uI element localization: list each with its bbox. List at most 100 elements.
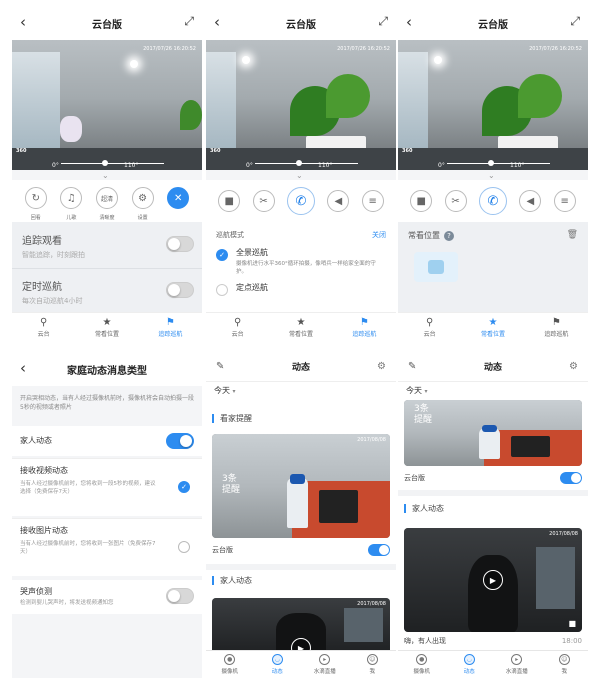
watch-card[interactable]: 2017/08/08 3条 提醒 bbox=[212, 434, 390, 538]
favorite-position-thumb[interactable] bbox=[414, 252, 458, 282]
edit-icon[interactable]: ✎ bbox=[408, 361, 416, 372]
close-button[interactable]: ✕ bbox=[167, 187, 190, 209]
tab-tracking[interactable]: ⚑ 追踪巡航 bbox=[139, 313, 202, 342]
cruise-option-fixed[interactable]: 定点巡航 bbox=[206, 279, 396, 299]
tab-camera[interactable]: ● 摄像机 bbox=[398, 651, 446, 678]
family-card[interactable]: 2017/08/08 ▶ bbox=[212, 598, 390, 654]
device-row: 云台版 bbox=[404, 472, 582, 484]
photo-option[interactable]: 接收图片动态 当有人经过摄像机前时，您将收到一张图片（免费保存7天） bbox=[12, 518, 202, 576]
tab-tracking[interactable]: ⚑ 追踪巡航 bbox=[333, 313, 396, 342]
tab-favorites[interactable]: ★ 常看位置 bbox=[75, 313, 138, 342]
pan-angle-scale[interactable] bbox=[61, 160, 164, 166]
back-icon[interactable]: ‹ bbox=[20, 359, 26, 377]
back-icon[interactable]: ‹ bbox=[214, 13, 220, 31]
device-toggle[interactable] bbox=[560, 472, 582, 484]
tab-me[interactable]: ☺ 我 bbox=[541, 651, 589, 678]
back-icon[interactable]: ‹ bbox=[406, 13, 412, 31]
ptz-screen-cruise: ‹ 云台版 ⤢ 2017/07/26 16:20:52 360 0° 110° … bbox=[206, 6, 396, 342]
tab-live[interactable]: ▸ 水滴直播 bbox=[301, 651, 349, 678]
scissors-icon[interactable]: ✂ bbox=[252, 190, 275, 212]
help-icon[interactable]: ? bbox=[444, 231, 454, 241]
camera-video[interactable]: 2017/07/26 16:20:52 360 0° 110° bbox=[206, 40, 396, 170]
video-record-icon[interactable]: ■ bbox=[410, 190, 433, 212]
event-row: 嗨，有人出现 18:00 bbox=[404, 636, 582, 646]
page-title: 动态 bbox=[483, 363, 502, 373]
star-icon: ★ bbox=[102, 317, 112, 328]
favorites-panel: 常看位置? 🗑 bbox=[398, 222, 588, 314]
edit-icon[interactable]: ✎ bbox=[216, 361, 224, 372]
play-icon[interactable]: ▶ bbox=[483, 570, 503, 590]
camera-logo: 360 bbox=[210, 148, 221, 154]
trash-icon[interactable]: 🗑 bbox=[567, 230, 578, 241]
fullscreen-icon[interactable]: ⤢ bbox=[378, 14, 388, 29]
cry-toggle[interactable] bbox=[166, 588, 194, 604]
rotate-icon[interactable]: ↻ bbox=[24, 187, 47, 209]
speaker-icon[interactable]: ◀ bbox=[327, 190, 350, 212]
back-icon[interactable]: ‹ bbox=[20, 13, 26, 31]
video-record-icon[interactable]: ■ bbox=[218, 190, 241, 212]
device-toggle[interactable] bbox=[368, 544, 390, 556]
timed-toggle[interactable] bbox=[166, 282, 194, 298]
tab-favorites[interactable]: ★ 常看位置 bbox=[269, 313, 332, 342]
family-card[interactable]: 2017/08/08 ▶ ■ bbox=[404, 528, 582, 632]
video-option[interactable]: 接收视频动态 当有人经过摄像机前时，您将收到一段5秒的视频，建议选择（免费保存7… bbox=[12, 458, 202, 516]
fullscreen-icon[interactable]: ⤢ bbox=[570, 14, 580, 29]
track-toggle[interactable] bbox=[166, 236, 194, 252]
settings-intro: 开启哭相动态，当有人经过摄像机前时，摄像机将会自动拍摄一段5秒的视频或者照片 bbox=[12, 386, 202, 420]
phone-icon[interactable]: ✆ bbox=[286, 187, 315, 215]
gear-icon[interactable]: ⚙ bbox=[131, 187, 154, 209]
control-bar: ↻ ♫ 超清 ⚙ ✕ bbox=[12, 180, 202, 216]
cruise-close-link[interactable]: 关闭 bbox=[372, 230, 386, 240]
tab-camera[interactable]: ● 摄像机 bbox=[206, 651, 254, 678]
radio-icon[interactable] bbox=[178, 541, 190, 553]
section-watch: 看家提醒 bbox=[212, 414, 252, 423]
pan-angle-scale[interactable] bbox=[255, 160, 358, 166]
tab-feed[interactable]: ◡ 动态 bbox=[446, 651, 494, 678]
card-timestamp: 2017/08/08 bbox=[357, 437, 386, 443]
camera-video[interactable]: 2017/07/26 16:20:52 360 0° 110° bbox=[12, 40, 202, 170]
tab-favorites[interactable]: ★ 常看位置 bbox=[461, 313, 524, 342]
track-subtitle: 智能追踪，时刻跟拍 bbox=[22, 251, 85, 259]
angle-end: 110° bbox=[124, 162, 139, 169]
fullscreen-icon[interactable]: ⤢ bbox=[184, 14, 194, 29]
chevron-down-icon[interactable]: ⌄ bbox=[296, 171, 303, 180]
pan-angle-scale[interactable] bbox=[447, 160, 550, 166]
tab-ptz[interactable]: ⚲ 云台 bbox=[206, 313, 269, 342]
camera-video[interactable]: 2017/07/26 16:20:52 360 0° 110° bbox=[398, 40, 588, 170]
hd-icon[interactable]: 超清 bbox=[95, 187, 118, 209]
tab-ptz[interactable]: ⚲ 云台 bbox=[12, 313, 75, 342]
menu-icon[interactable]: ≡ bbox=[553, 190, 576, 212]
cruise-option-panorama[interactable]: ✓ 全景巡航 摄像机进行水平360°循环拍摄，像哨兵一样给家全面的守护。 bbox=[206, 244, 396, 279]
date-filter[interactable]: 今天 ▾ bbox=[406, 385, 428, 396]
gear-icon[interactable]: ⚙ bbox=[377, 361, 386, 372]
header: ‹ 云台版 ⤢ bbox=[12, 6, 202, 40]
device-name: 云台版 bbox=[212, 546, 233, 554]
cry-desc: 检测到婴儿哭声时，将发送视频通知您 bbox=[20, 600, 114, 606]
page-title: 云台版 bbox=[286, 19, 316, 31]
date-filter[interactable]: 今天 ▾ bbox=[214, 385, 236, 396]
tab-ptz[interactable]: ⚲ 云台 bbox=[398, 313, 461, 342]
page-title: 家庭动态消息类型 bbox=[67, 365, 147, 377]
chevron-down-icon[interactable]: ⌄ bbox=[488, 171, 495, 180]
speaker-icon[interactable]: ◀ bbox=[519, 190, 542, 212]
watch-card[interactable]: 3条 提醒 bbox=[404, 400, 582, 466]
photo-option-title: 接收图片动态 bbox=[20, 526, 68, 535]
ptz-tab-bar: ⚲ 云台 ★ 常看位置 ⚑ 追踪巡航 bbox=[398, 312, 588, 342]
family-toggle[interactable] bbox=[166, 433, 194, 449]
check-icon[interactable]: ✓ bbox=[178, 481, 190, 493]
tab-me[interactable]: ☺ 我 bbox=[349, 651, 397, 678]
card-timestamp: 2017/08/08 bbox=[357, 601, 386, 607]
tab-tracking[interactable]: ⚑ 追踪巡航 bbox=[525, 313, 588, 342]
menu-icon[interactable]: ≡ bbox=[361, 190, 384, 212]
section-family: 家人动态 bbox=[212, 576, 252, 585]
gear-icon[interactable]: ⚙ bbox=[569, 361, 578, 372]
tab-feed[interactable]: ◡ 动态 bbox=[254, 651, 302, 678]
tab-live[interactable]: ▸ 水滴直播 bbox=[493, 651, 541, 678]
music-icon[interactable]: ♫ bbox=[60, 187, 83, 209]
phone-icon[interactable]: ✆ bbox=[478, 187, 507, 215]
chevron-down-icon[interactable]: ⌄ bbox=[102, 171, 109, 180]
control-label: 回看 bbox=[30, 215, 41, 221]
video-option-title: 接收视频动态 bbox=[20, 466, 68, 475]
scissors-icon[interactable]: ✂ bbox=[444, 190, 467, 212]
joystick-icon: ⚲ bbox=[426, 317, 434, 328]
